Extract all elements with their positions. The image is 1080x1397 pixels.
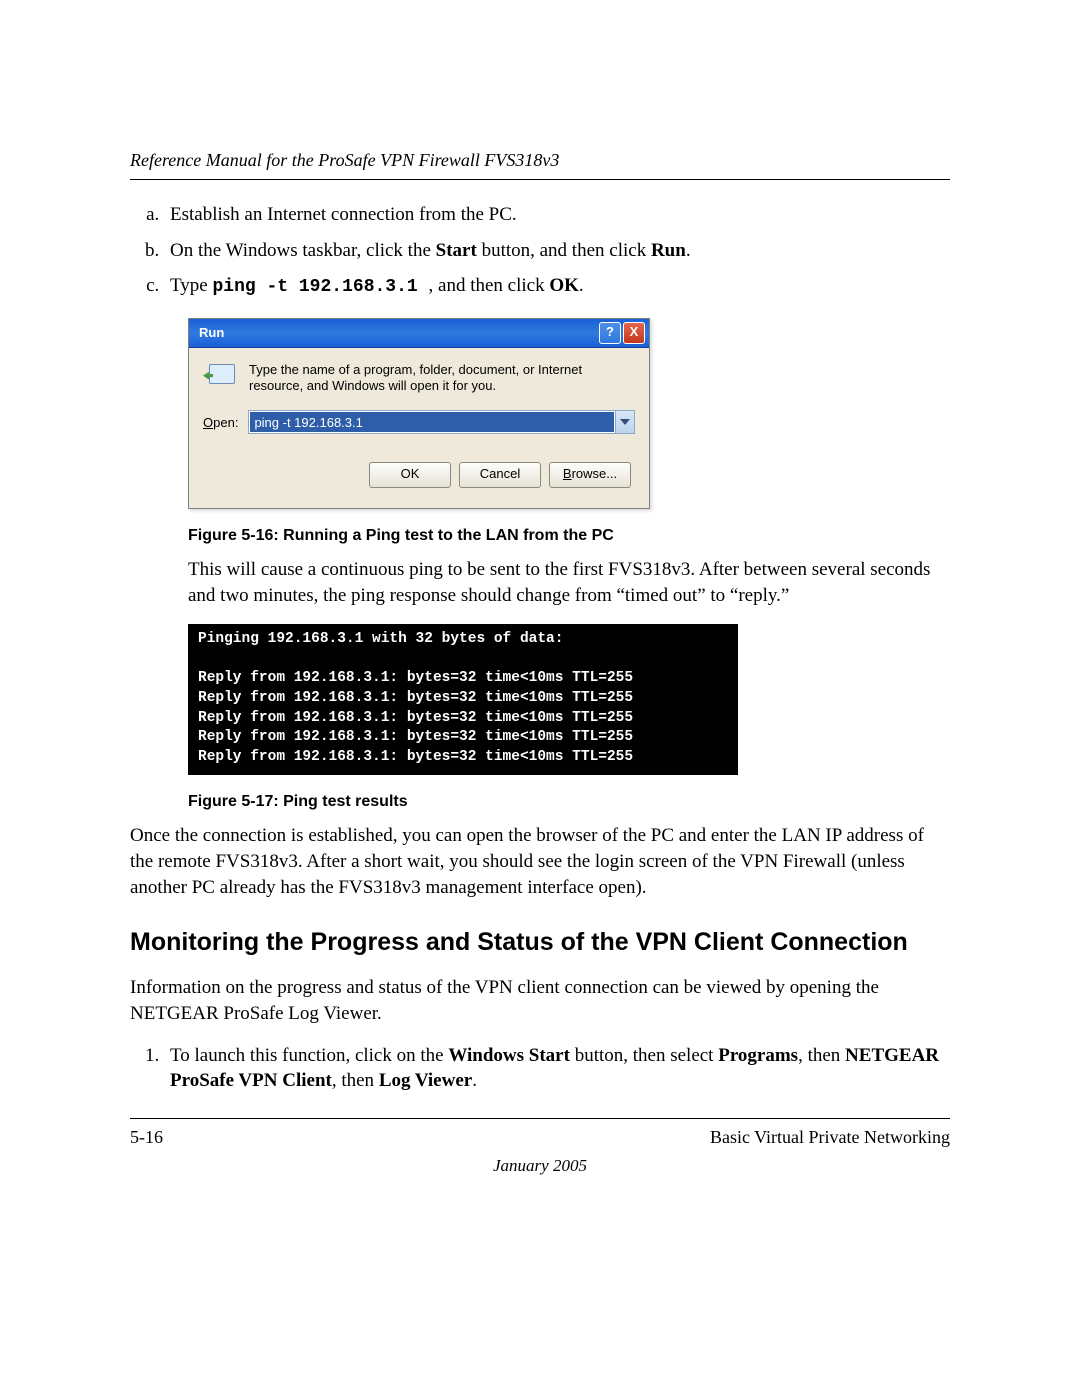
- footer-page-num: 5-16: [130, 1127, 163, 1148]
- ok-button[interactable]: OK: [369, 462, 451, 488]
- step-c-post: .: [579, 275, 584, 296]
- run-description-row: Type the name of a program, folder, docu…: [203, 362, 635, 395]
- step-a: Establish an Internet connection from th…: [164, 202, 950, 228]
- close-icon[interactable]: X: [623, 322, 645, 344]
- step-b-bold2: Run: [651, 240, 686, 261]
- step1-b2: Programs: [718, 1045, 798, 1066]
- section-heading: Monitoring the Progress and Status of th…: [130, 928, 950, 957]
- open-input[interactable]: [250, 412, 614, 432]
- step-b-pre: On the Windows taskbar, click the: [170, 240, 436, 261]
- footer-rule: [130, 1118, 950, 1119]
- page: Reference Manual for the ProSafe VPN Fir…: [0, 0, 1080, 1397]
- step-c-bold: OK: [549, 275, 579, 296]
- titlebar-buttons: ? X: [599, 322, 645, 344]
- header-rule: [130, 179, 950, 180]
- page-header-title: Reference Manual for the ProSafe VPN Fir…: [130, 150, 950, 171]
- step-c-pre: Type: [170, 275, 212, 296]
- para-monitoring: Information on the progress and status o…: [130, 975, 950, 1026]
- step1-pre: To launch this function, click on the: [170, 1045, 448, 1066]
- para-after-fig17: Once the connection is established, you …: [130, 823, 950, 900]
- ping-terminal-output: Pinging 192.168.3.1 with 32 bytes of dat…: [188, 624, 738, 775]
- step-b: On the Windows taskbar, click the Start …: [164, 238, 950, 264]
- run-dialog-title: Run: [199, 325, 224, 340]
- browse-button[interactable]: Browse...: [549, 462, 631, 488]
- step-c-mid: , and then click: [429, 275, 550, 296]
- numbered-steps: To launch this function, click on the Wi…: [130, 1043, 950, 1094]
- run-dialog-body: Type the name of a program, folder, docu…: [189, 348, 649, 509]
- run-dialog: Run ? X Type the name of a program, fold…: [188, 318, 650, 510]
- step1-mid3: , then: [332, 1070, 379, 1091]
- step-a-text: Establish an Internet connection from th…: [170, 204, 517, 225]
- run-description: Type the name of a program, folder, docu…: [249, 362, 635, 395]
- open-combobox[interactable]: [248, 410, 635, 434]
- step1-b1: Windows Start: [448, 1045, 570, 1066]
- figure-5-16-caption: Figure 5-16: Running a Ping test to the …: [188, 527, 950, 545]
- step-1: To launch this function, click on the Wi…: [164, 1043, 950, 1094]
- open-label: Open:: [203, 415, 238, 430]
- step-b-bold1: Start: [436, 240, 477, 261]
- chevron-down-icon[interactable]: [615, 411, 634, 433]
- run-dialog-titlebar[interactable]: Run ? X: [189, 319, 649, 348]
- step1-mid1: button, then select: [570, 1045, 718, 1066]
- help-icon[interactable]: ?: [599, 322, 621, 344]
- step-c: Type ping -t 192.168.3.1 , and then clic…: [164, 273, 950, 299]
- figure-5-17-caption: Figure 5-17: Ping test results: [188, 793, 950, 811]
- open-row: Open:: [203, 410, 635, 434]
- run-icon: [203, 362, 235, 388]
- step1-mid2: , then: [798, 1045, 845, 1066]
- footer-section: Basic Virtual Private Networking: [710, 1127, 950, 1148]
- dialog-button-row: OK Cancel Browse...: [203, 462, 635, 500]
- footer-date: January 2005: [130, 1156, 950, 1176]
- step-c-code: ping -t 192.168.3.1: [212, 277, 428, 297]
- step1-post: .: [472, 1070, 477, 1091]
- step1-b4: Log Viewer: [379, 1070, 472, 1091]
- substeps-list: Establish an Internet connection from th…: [130, 202, 950, 300]
- step-b-post: .: [686, 240, 691, 261]
- para-after-fig16: This will cause a continuous ping to be …: [188, 557, 950, 608]
- footer-row: 5-16 Basic Virtual Private Networking: [130, 1127, 950, 1148]
- step-b-mid: button, and then click: [477, 240, 651, 261]
- cancel-button[interactable]: Cancel: [459, 462, 541, 488]
